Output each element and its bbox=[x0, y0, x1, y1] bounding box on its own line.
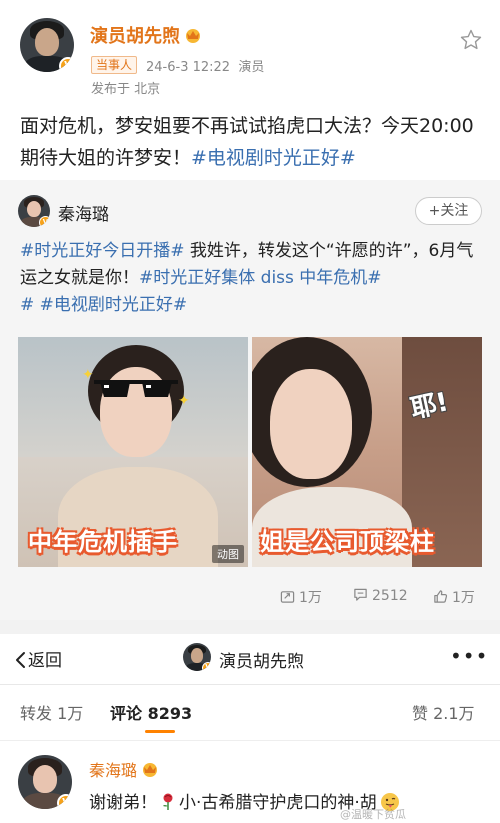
detail-tabs: 转发 1万 评论 8293 赞 2.1万 bbox=[0, 700, 500, 730]
ye-sticker: 耶! bbox=[407, 387, 452, 425]
section-divider bbox=[0, 620, 500, 634]
tab-reposts-count: 1万 bbox=[57, 704, 84, 723]
back-button[interactable]: 返回 bbox=[14, 646, 62, 671]
verified-badge-icon: V bbox=[59, 57, 74, 72]
more-options-button[interactable]: ••• bbox=[450, 644, 488, 668]
nav-title[interactable]: 演员胡先煦 bbox=[219, 647, 304, 672]
repost-media-image[interactable]: 耶! 姐是公司顶梁柱 bbox=[252, 337, 482, 567]
gif-badge: 动图 bbox=[212, 545, 244, 563]
nav-avatar[interactable]: V bbox=[183, 643, 211, 671]
repost-hash-prefix: # bbox=[20, 295, 35, 315]
repost-icon bbox=[280, 591, 295, 603]
comment-count: 2512 bbox=[372, 588, 408, 604]
comment-count-stat[interactable]: 2512 bbox=[353, 587, 408, 607]
repost-media-gif[interactable]: ✦ ✦ 中年危机插手 动图 bbox=[18, 337, 248, 567]
repost-text: #时光正好今日开播# 我姓许，转发这个“许愿的许”，6月气运之女就是你！#时光正… bbox=[20, 238, 485, 319]
comment-author-name-text: 秦海璐 bbox=[89, 761, 138, 780]
comment-author-name[interactable]: 秦海璐 bbox=[89, 757, 159, 781]
repost-topic-link-2[interactable]: #时光正好集体 diss 中年危机# bbox=[139, 268, 382, 288]
comment-text-before: 谢谢弟！ bbox=[89, 793, 157, 813]
tab-comments[interactable]: 评论 8293 bbox=[110, 700, 192, 724]
post-topic-link[interactable]: #电视剧时光正好# bbox=[191, 147, 356, 169]
verified-badge-icon: V bbox=[39, 216, 50, 227]
comment-icon bbox=[354, 588, 367, 601]
repost-author-avatar[interactable]: V bbox=[18, 195, 50, 227]
post-header bbox=[0, 0, 500, 100]
tab-likes-label: 赞 bbox=[412, 704, 429, 723]
tab-reposts[interactable]: 转发 1万 bbox=[20, 700, 83, 724]
repost-count: 1万 bbox=[299, 590, 322, 606]
watermark: @温暖下贫瓜 bbox=[340, 808, 406, 821]
verified-badge-icon: V bbox=[202, 662, 211, 671]
repost-count-stat[interactable]: 1万 bbox=[280, 587, 322, 607]
author-name[interactable]: 演员胡先煦 bbox=[90, 22, 202, 48]
back-label: 返回 bbox=[28, 651, 62, 671]
active-tab-indicator bbox=[145, 730, 175, 733]
like-count: 1万 bbox=[452, 590, 475, 606]
post-role: 演员 bbox=[238, 60, 265, 75]
post-datetime: 24-6-3 12:22 bbox=[146, 60, 231, 75]
repost-topic-link-3[interactable]: #电视剧时光正好# bbox=[34, 295, 188, 315]
sparkle-icon: ✦ bbox=[82, 367, 94, 383]
tab-comments-label: 评论 bbox=[110, 704, 143, 723]
star-icon[interactable] bbox=[459, 28, 483, 52]
post-text: 面对危机，梦安姐要不再试试掐虎口大法？今天20:00期待大姐的许梦安！#电视剧时… bbox=[20, 110, 485, 174]
post-meta: 24-6-3 12:22 演员 bbox=[146, 56, 264, 75]
tab-comments-count: 8293 bbox=[147, 704, 193, 723]
repost-topic-link-1[interactable]: #时光正好今日开播# bbox=[20, 241, 185, 261]
like-count-stat[interactable]: 1万 bbox=[433, 587, 475, 607]
tab-likes[interactable]: 赞 2.1万 bbox=[412, 700, 475, 724]
sparkle-icon: ✦ bbox=[178, 393, 190, 409]
nav-divider bbox=[0, 684, 500, 685]
person-face bbox=[270, 369, 352, 479]
repost-author-name[interactable]: 秦海璐 bbox=[58, 200, 109, 225]
tab-likes-count: 2.1万 bbox=[433, 704, 475, 723]
like-icon bbox=[434, 590, 448, 603]
comment-author-avatar[interactable]: V bbox=[18, 755, 72, 809]
author-name-text: 演员胡先煦 bbox=[90, 26, 180, 47]
verified-badge-icon: V bbox=[57, 794, 72, 809]
sunglasses-sticker-icon bbox=[94, 380, 178, 397]
author-avatar[interactable]: V bbox=[20, 18, 74, 72]
tabs-divider bbox=[0, 740, 500, 741]
role-tag-chip: 当事人 bbox=[91, 56, 138, 74]
crown-icon bbox=[186, 29, 200, 43]
media-caption-left: 中年危机插手 bbox=[28, 528, 178, 556]
rose-icon bbox=[163, 793, 173, 810]
follow-button[interactable]: +关注 bbox=[415, 197, 482, 225]
media-caption-right: 姐是公司顶梁柱 bbox=[260, 528, 435, 556]
post-location: 发布于 北京 bbox=[91, 82, 161, 97]
back-chevron-icon bbox=[16, 652, 25, 668]
tab-reposts-label: 转发 bbox=[20, 704, 53, 723]
crown-icon bbox=[143, 763, 158, 777]
